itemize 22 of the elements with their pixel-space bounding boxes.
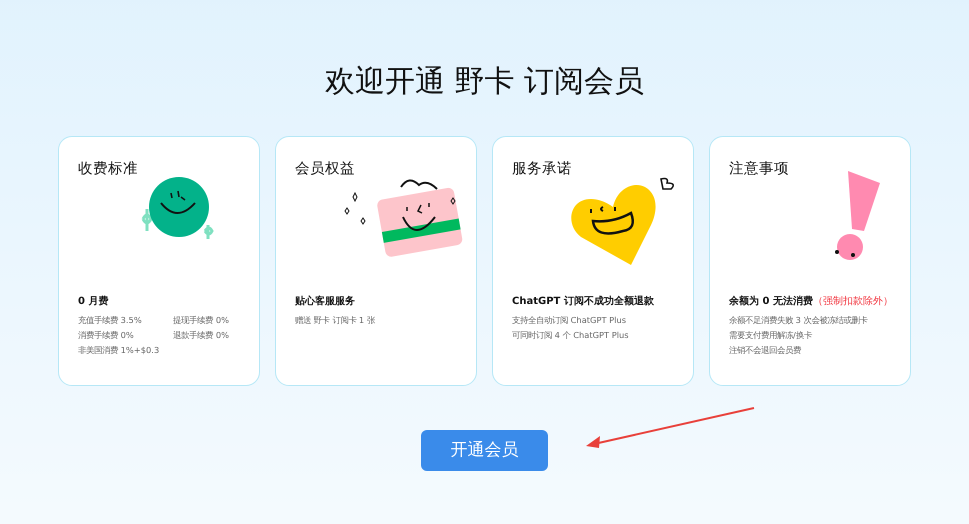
- detail-text: 需要支付费用解冻/换卡: [729, 329, 814, 342]
- detail-text: 可同时订阅 4 个 ChatGPT Plus: [512, 329, 630, 342]
- card-title: 收费标准: [78, 160, 139, 179]
- card-title: 服务承诺: [512, 160, 573, 179]
- card-title: 会员权益: [295, 160, 356, 179]
- detail-text: 支持全自动订阅 ChatGPT Plus: [512, 314, 628, 327]
- detail-text: 消费手续费 0%: [78, 329, 135, 342]
- warning-note: （强制扣款除外）: [812, 296, 893, 307]
- card-headline: 贴心客服服务: [295, 294, 356, 309]
- detail-text: 退款手续费 0%: [173, 329, 230, 342]
- detail-text: 充值手续费 3.5%: [78, 314, 143, 327]
- card-headline: 0 月费: [78, 294, 110, 309]
- detail-text: 余额不足消费失败 3 次会被冻结或删卡: [729, 314, 869, 327]
- detail-text: 非美国消费 1%+$0.3: [78, 344, 160, 357]
- page-heading: 欢迎开通 野卡 订阅会员: [324, 64, 646, 100]
- card-headline: 余额为 0 无法消费: [729, 296, 813, 307]
- detail-text: 提现手续费 0%: [173, 314, 230, 327]
- detail-text: 注销不会退回会员费: [729, 344, 802, 357]
- detail-text: 赠送 野卡 订阅卡 1 张: [295, 314, 376, 327]
- card-title: 注意事项: [729, 160, 790, 179]
- card-headline: ChatGPT 订阅不成功全额退款: [512, 294, 655, 309]
- subscribe-button[interactable]: 开通会员: [421, 430, 548, 471]
